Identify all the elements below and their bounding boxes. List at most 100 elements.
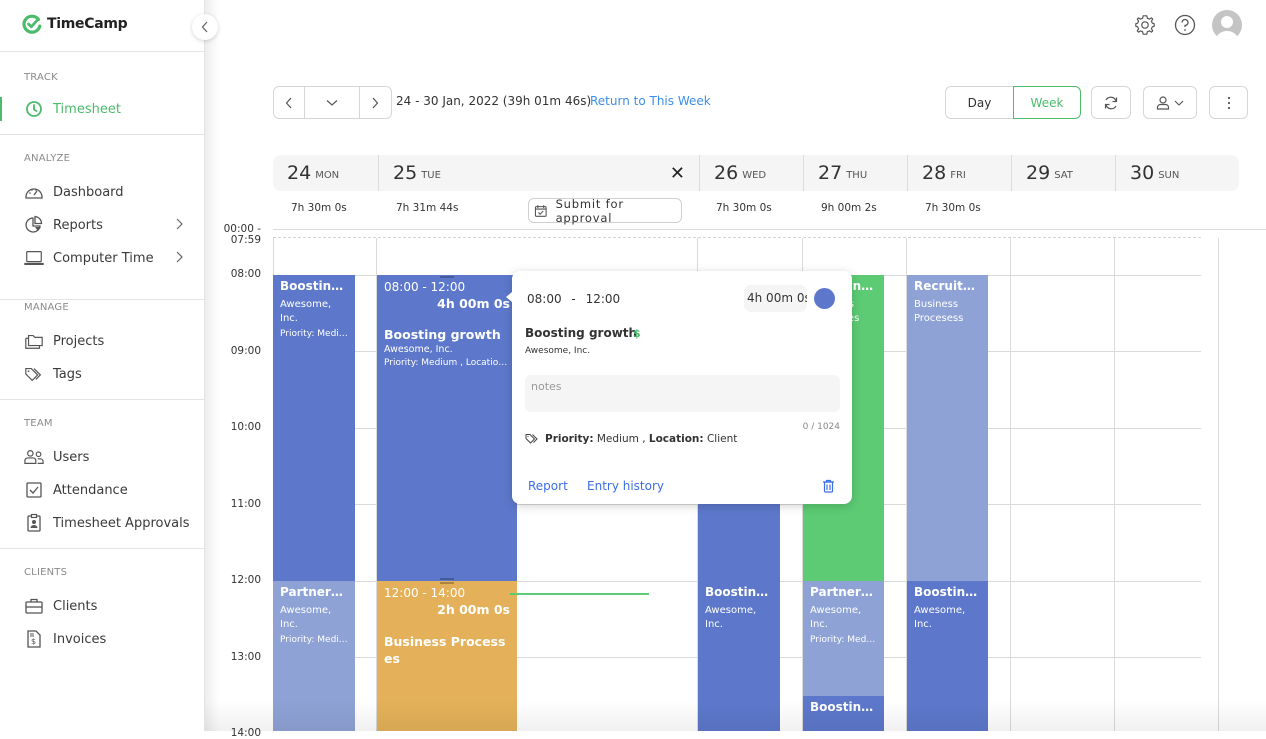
report-link[interactable]: Report xyxy=(528,479,568,493)
resize-handle-top[interactable] xyxy=(440,276,454,278)
collapse-sidebar-button[interactable] xyxy=(192,14,218,40)
day-header-thu[interactable]: 27 THU xyxy=(803,155,907,191)
week-view-button[interactable]: Week xyxy=(1013,86,1081,119)
collapse-day-button[interactable]: ✕ xyxy=(670,163,685,184)
sidebar-section-team: TEAM Users Attendance Timesheet Approval… xyxy=(0,399,205,548)
previous-week-button[interactable] xyxy=(274,87,306,118)
time-entry-mon-partnerships[interactable]: Partnerships Awesome, Inc. Priority: Med… xyxy=(273,581,355,731)
sidebar-item-attendance[interactable]: Attendance xyxy=(0,475,205,505)
entry-title: Business Processes xyxy=(384,634,506,666)
sidebar-item-computer-time[interactable]: Computer Time xyxy=(0,243,205,273)
week-navigation xyxy=(273,86,392,119)
sidebar-item-users[interactable]: Users xyxy=(0,442,205,472)
sidebar-item-clients[interactable]: Clients xyxy=(0,591,205,621)
chevron-left-icon xyxy=(201,21,208,33)
time-entry-fri-boosting[interactable]: Boosting growth Awesome, Inc. xyxy=(907,581,988,731)
day-number: 27 xyxy=(818,162,843,184)
sidebar-item-reports[interactable]: Reports xyxy=(0,210,205,240)
entry-client: Awesome, Inc. xyxy=(280,605,332,630)
trash-icon xyxy=(823,479,834,493)
entry-title: Boosting growth xyxy=(705,585,773,599)
time-entry-mon-boosting[interactable]: Boosting growth Awesome, Inc. Priority: … xyxy=(273,275,355,581)
sidebar-item-projects[interactable]: Projects xyxy=(0,326,205,356)
day-header-fri[interactable]: 28 FRI xyxy=(907,155,1011,191)
sidebar-item-dashboard[interactable]: Dashboard xyxy=(0,177,205,207)
next-week-button[interactable] xyxy=(360,87,391,118)
entry-tags[interactable]: Priority: Medium , Location: Client xyxy=(525,433,737,445)
billable-icon[interactable]: $ xyxy=(633,327,641,340)
time-entry-thu-partnerships[interactable]: Partnerships Awesome, Inc. Priority: Med… xyxy=(803,581,884,696)
sidebar-item-timesheet[interactable]: Timesheet xyxy=(0,94,205,124)
day-name: SAT xyxy=(1054,169,1073,181)
entry-client: Awesome, Inc. xyxy=(280,299,332,324)
time-entry-fri-recruitment[interactable]: Recruitment Business Procesess xyxy=(907,275,988,581)
question-circle-icon xyxy=(1174,14,1196,36)
briefcase-icon xyxy=(24,596,44,616)
time-separator: - xyxy=(571,292,576,306)
chevron-left-icon xyxy=(285,97,292,108)
timecamp-logo[interactable]: TimeCamp xyxy=(22,14,128,34)
day-name: THU xyxy=(846,169,868,181)
sidebar-item-timesheet-approvals[interactable]: Timesheet Approvals xyxy=(0,508,205,538)
calendar-check-icon xyxy=(534,204,547,217)
sidebar-item-tags[interactable]: Tags xyxy=(0,359,205,389)
tag-value: Client xyxy=(706,433,738,445)
tag-value: Medium , xyxy=(596,433,646,445)
duration-input[interactable]: 4h 00m 0s xyxy=(744,285,807,312)
entry-time-range: 12:00 - 14:00 xyxy=(384,586,466,600)
clock-icon xyxy=(24,99,44,119)
sidebar-item-invoices[interactable]: $ Invoices xyxy=(0,624,205,654)
notes-input[interactable] xyxy=(525,375,840,412)
week-day-header: 24 MON 25 TUE ✕ 26 WED 27 THU 28 FRI 29 SAT 30… xyxy=(273,155,1239,191)
end-time-input[interactable]: 12:00 xyxy=(586,292,621,306)
day-name: MON xyxy=(315,169,340,181)
day-number: 25 xyxy=(393,162,418,184)
date-picker-button[interactable] xyxy=(305,87,360,118)
day-header-wed[interactable]: 26 WED xyxy=(699,155,803,191)
task-title[interactable]: Boosting growth xyxy=(525,326,637,340)
day-header-sun[interactable]: 30 SUN xyxy=(1115,155,1239,191)
day-header-tue[interactable]: 25 TUE ✕ xyxy=(378,155,699,191)
resize-handle-top[interactable] xyxy=(440,582,454,584)
day-header-sat[interactable]: 29 SAT xyxy=(1011,155,1115,191)
checkbox-icon xyxy=(24,480,44,500)
sidebar-section-manage: MANAGE Projects Tags xyxy=(0,299,205,399)
time-label-12: 12:00 xyxy=(230,574,261,586)
start-time-input[interactable]: 08:00 xyxy=(527,292,562,306)
tag-icon xyxy=(24,364,44,384)
entry-color-picker[interactable] xyxy=(814,288,835,309)
refresh-button[interactable] xyxy=(1091,86,1131,119)
resize-handle-bottom[interactable] xyxy=(440,578,454,580)
sidebar-item-label: Attendance xyxy=(53,482,128,498)
delete-entry-button[interactable] xyxy=(822,478,835,497)
submit-label: Submit for approval xyxy=(555,196,624,225)
day-view-button[interactable]: Day xyxy=(945,86,1013,119)
users-icon xyxy=(24,447,44,467)
tag-key: Location: xyxy=(648,433,704,445)
time-entry-tue-boosting-selected[interactable]: 08:00 - 12:00 4h 00m 0s Boosting growth … xyxy=(377,275,517,581)
more-options-button[interactable] xyxy=(1209,86,1248,119)
task-client: Awesome, Inc. xyxy=(525,346,591,356)
entry-time-range: 08:00 - 12:00 xyxy=(384,280,466,294)
help-button[interactable] xyxy=(1172,12,1198,38)
refresh-icon xyxy=(1104,96,1118,109)
day-number: 28 xyxy=(922,162,947,184)
day-header-mon[interactable]: 24 MON xyxy=(273,155,378,191)
return-to-this-week-link[interactable]: Return to This Week xyxy=(590,94,711,108)
section-label: MANAGE xyxy=(24,302,69,313)
entry-tags: Priority: Medium xyxy=(810,635,877,645)
day-name: SUN xyxy=(1158,169,1180,181)
time-entry-wed-boosting[interactable]: Boosting growth Awesome, Inc. xyxy=(698,581,780,731)
settings-button[interactable] xyxy=(1132,12,1158,38)
submit-for-approval-button[interactable]: Submit for approval xyxy=(528,196,682,225)
time-entry-thu-boosting-2[interactable]: Boosting growth xyxy=(803,696,884,731)
pie-chart-icon xyxy=(24,215,44,235)
user-filter-dropdown[interactable] xyxy=(1143,86,1197,119)
sidebar-item-label: Invoices xyxy=(53,631,107,647)
entry-duration: 4h 00m 0s xyxy=(437,296,510,311)
user-avatar[interactable] xyxy=(1212,10,1242,40)
entry-history-link[interactable]: Entry history xyxy=(587,479,664,493)
day-total-fri: 7h 30m 0s xyxy=(925,202,981,214)
entry-client: Awesome, Inc. xyxy=(384,344,453,355)
time-entry-tue-business-processes[interactable]: 12:00 - 14:00 2h 00m 0s Business Process… xyxy=(377,581,517,731)
